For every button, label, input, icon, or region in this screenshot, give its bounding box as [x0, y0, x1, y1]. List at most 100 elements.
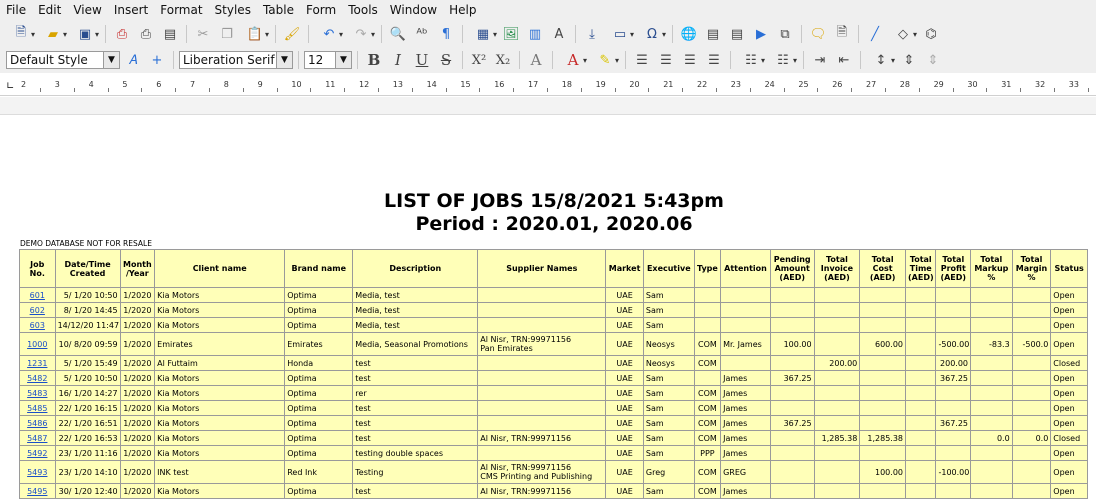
job-number-link[interactable]: 5493	[19, 460, 56, 484]
job-number-link[interactable]: 5487	[19, 430, 56, 446]
strikethrough-icon[interactable]: S	[435, 49, 457, 71]
font-size-select[interactable]: 12 ▼	[304, 51, 352, 69]
job-number-link[interactable]: 601	[19, 287, 56, 303]
menu-file[interactable]: File	[0, 0, 32, 21]
new-document-icon[interactable]: 🗎	[6, 23, 36, 45]
justify-icon[interactable]: ☰	[703, 49, 725, 71]
export-pdf-icon[interactable]: ⎙	[111, 23, 133, 45]
column-header[interactable]: Status	[1050, 249, 1088, 288]
column-header[interactable]: Total Invoice (AED)	[813, 249, 861, 288]
menu-insert[interactable]: Insert	[108, 0, 154, 21]
column-header[interactable]: Pending Amount (AED)	[769, 249, 815, 288]
undo-icon[interactable]: ↶	[314, 23, 344, 45]
menu-view[interactable]: View	[67, 0, 107, 21]
draw-functions-icon[interactable]: ⌬	[920, 23, 942, 45]
font-name-select[interactable]: Liberation Serif ▼	[179, 51, 293, 69]
insert-image-icon[interactable]: 🖼	[500, 23, 522, 45]
insert-textbox-icon[interactable]: A	[548, 23, 570, 45]
spelling-icon[interactable]: ᴬᵇ	[411, 23, 433, 45]
insert-chart-icon[interactable]: ▥	[524, 23, 546, 45]
menu-styles[interactable]: Styles	[209, 0, 257, 21]
ordered-list-icon[interactable]: ☷	[768, 49, 798, 71]
italic-icon[interactable]: I	[387, 49, 409, 71]
redo-icon[interactable]: ↷	[346, 23, 376, 45]
unordered-list-icon[interactable]: ☷	[736, 49, 766, 71]
column-header[interactable]: Total Time (AED)	[904, 249, 937, 288]
increase-indent-icon[interactable]: ⇥	[809, 49, 831, 71]
superscript-icon[interactable]: X²	[468, 49, 490, 71]
line-icon[interactable]: ╱	[864, 23, 886, 45]
job-number-link[interactable]: 5485	[19, 400, 56, 416]
copy-icon[interactable]: ❐	[216, 23, 238, 45]
chevron-down-icon[interactable]: ▼	[335, 52, 351, 68]
paragraph-style-select[interactable]: Default Style ▼	[6, 51, 120, 69]
align-right-icon[interactable]: ☰	[679, 49, 701, 71]
clone-formatting-icon[interactable]: 🖌	[281, 23, 303, 45]
bookmark-icon[interactable]: ▶	[750, 23, 772, 45]
job-number-link[interactable]: 603	[19, 317, 56, 333]
column-header[interactable]: Attention	[720, 249, 771, 288]
find-replace-icon[interactable]: 🔍	[387, 23, 409, 45]
underline-icon[interactable]: U	[411, 49, 433, 71]
special-character-icon[interactable]: Ω	[637, 23, 667, 45]
tab-stop-icon[interactable]: ∟	[6, 81, 14, 92]
column-header[interactable]: Description	[352, 249, 479, 288]
job-number-link[interactable]: 1231	[19, 355, 56, 371]
clear-formatting-icon[interactable]: A	[525, 49, 547, 71]
insert-table-icon[interactable]: ▦	[468, 23, 498, 45]
chevron-down-icon[interactable]: ▼	[103, 52, 119, 68]
print-preview-icon[interactable]: ▤	[159, 23, 181, 45]
menu-tools[interactable]: Tools	[342, 0, 384, 21]
column-header[interactable]: Client name	[154, 249, 286, 288]
subscript-icon[interactable]: X₂	[492, 49, 514, 71]
column-header[interactable]: Total Profit (AED)	[935, 249, 972, 288]
shapes-icon[interactable]: ◇	[888, 23, 918, 45]
decrease-indent-icon[interactable]: ⇤	[833, 49, 855, 71]
track-changes-icon[interactable]: 🗎	[831, 23, 853, 45]
menu-table[interactable]: Table	[257, 0, 300, 21]
increase-paragraph-spacing-icon[interactable]: ⇕	[898, 49, 920, 71]
page-break-icon[interactable]: ⤓	[581, 23, 603, 45]
chevron-down-icon[interactable]: ▼	[276, 52, 292, 68]
cut-icon[interactable]: ✂	[192, 23, 214, 45]
update-style-icon[interactable]: 𝐴	[122, 49, 144, 71]
menu-format[interactable]: Format	[154, 0, 208, 21]
menu-window[interactable]: Window	[384, 0, 443, 21]
job-number-link[interactable]: 5486	[19, 415, 56, 431]
job-number-link[interactable]: 602	[19, 302, 56, 318]
bold-icon[interactable]: B	[363, 49, 385, 71]
align-left-icon[interactable]: ☰	[631, 49, 653, 71]
column-header[interactable]: Job No.	[19, 249, 56, 288]
formatting-marks-icon[interactable]: ¶	[435, 23, 457, 45]
align-center-icon[interactable]: ☰	[655, 49, 677, 71]
column-header[interactable]: Date/Time Created	[54, 249, 121, 288]
job-number-link[interactable]: 5482	[19, 370, 56, 386]
job-number-link[interactable]: 5495	[19, 483, 56, 499]
menu-edit[interactable]: Edit	[32, 0, 67, 21]
open-folder-icon[interactable]: ▰	[38, 23, 68, 45]
new-style-icon[interactable]: +	[146, 49, 168, 71]
hyperlink-icon[interactable]: 🌐	[678, 23, 700, 45]
comment-icon[interactable]: 🗨	[807, 23, 829, 45]
column-header[interactable]: Market	[605, 249, 644, 288]
column-header[interactable]: Executive	[642, 249, 695, 288]
menu-form[interactable]: Form	[300, 0, 342, 21]
column-header[interactable]: Supplier Names	[477, 249, 607, 288]
font-color-icon[interactable]: A	[558, 49, 588, 71]
column-header[interactable]: Total Markup %	[970, 249, 1013, 288]
column-header[interactable]: Total Margin %	[1011, 249, 1052, 288]
column-header[interactable]: Brand name	[284, 249, 354, 288]
horizontal-ruler[interactable]: ∟ 2 3 4 5 6 7 8 9 10 11 12 13 14 15 16 17 18 19 20 21 22 23 24…	[0, 76, 1096, 96]
footnote-icon[interactable]: ▤	[702, 23, 724, 45]
job-number-link[interactable]: 5492	[19, 445, 56, 461]
endnote-icon[interactable]: ▤	[726, 23, 748, 45]
column-header[interactable]: Total Cost (AED)	[859, 249, 906, 288]
print-icon[interactable]: ⎙	[135, 23, 157, 45]
job-number-link[interactable]: 1000	[19, 332, 56, 356]
cross-reference-icon[interactable]: ⧉	[774, 23, 796, 45]
menu-help[interactable]: Help	[443, 0, 482, 21]
paste-icon[interactable]: 📋	[240, 23, 270, 45]
highlight-color-icon[interactable]: ✎	[590, 49, 620, 71]
save-icon[interactable]: ▣	[70, 23, 100, 45]
insert-field-icon[interactable]: ▭	[605, 23, 635, 45]
